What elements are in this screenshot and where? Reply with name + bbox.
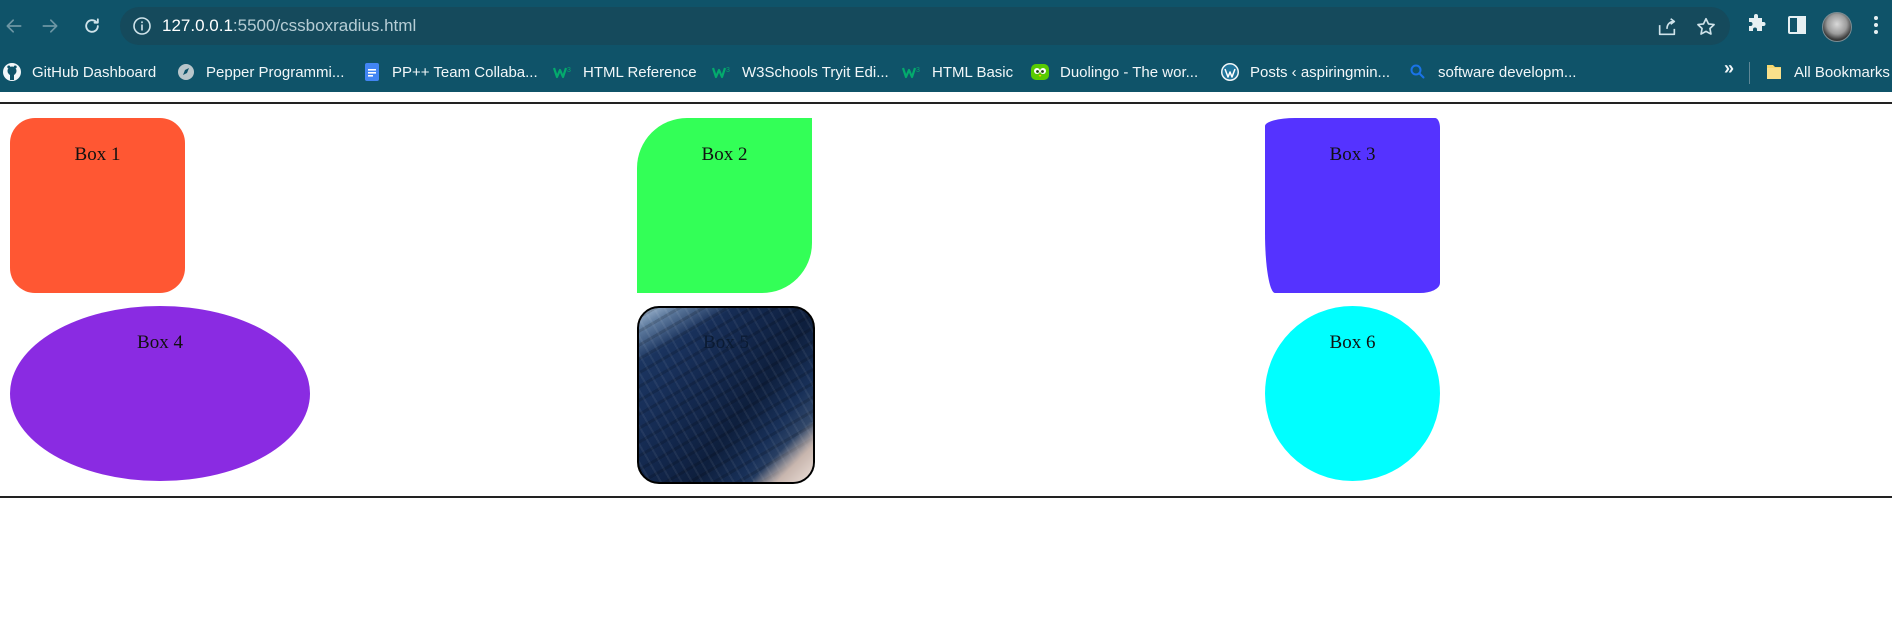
box-label: Box 5 xyxy=(703,332,749,353)
bookmark-label: W3Schools Tryit Edi... xyxy=(742,63,889,81)
box-label: Box 3 xyxy=(1329,144,1376,165)
kebab-menu-icon[interactable] xyxy=(1864,13,1888,37)
side-panel-icon[interactable] xyxy=(1785,13,1809,37)
box-label: Box 4 xyxy=(137,332,183,353)
bookmark-label: Pepper Programmi... xyxy=(206,63,345,81)
share-icon[interactable] xyxy=(1656,16,1678,38)
docs-icon xyxy=(362,62,382,82)
w3schools-icon: 3 xyxy=(902,62,922,82)
arrow-right-icon xyxy=(42,19,58,33)
svg-text:3: 3 xyxy=(567,67,571,74)
puzzle-icon[interactable] xyxy=(1745,13,1769,37)
box-4: Box 4 xyxy=(10,306,310,481)
reload-button[interactable] xyxy=(78,12,106,40)
box-5-image: Box 5 xyxy=(637,306,815,484)
bookmark-label: Duolingo - The wor... xyxy=(1060,63,1199,81)
bookmark-label: HTML Basic xyxy=(932,63,1014,81)
bookmark-duolingo[interactable]: Duolingo - The wor... xyxy=(1030,60,1198,84)
bookmarks-bar: GitHub Dashboard Pepper Programmi... PP+… xyxy=(0,52,1892,92)
top-rule xyxy=(0,102,1892,104)
search-icon xyxy=(1408,62,1428,82)
star-icon[interactable] xyxy=(1695,16,1717,38)
browser-toolbar: 127.0.0.1:5500/cssboxradius.html xyxy=(0,0,1892,52)
bookmark-label: HTML Reference xyxy=(583,63,697,81)
box-label: Box 6 xyxy=(1329,332,1376,353)
svg-text:3: 3 xyxy=(726,67,730,74)
box-3: Box 3 xyxy=(1265,118,1440,293)
bottom-rule xyxy=(0,496,1892,498)
bookmark-html-reference[interactable]: 3 HTML Reference xyxy=(553,60,697,84)
forward-button[interactable] xyxy=(36,12,64,40)
url-text[interactable]: 127.0.0.1:5500/cssboxradius.html xyxy=(162,16,416,36)
profile-avatar[interactable] xyxy=(1822,12,1852,42)
bookmark-label: PP++ Team Collaba... xyxy=(392,63,538,81)
box-1: Box 1 xyxy=(10,118,185,293)
compass-icon xyxy=(176,62,196,82)
bookmark-pepper[interactable]: Pepper Programmi... xyxy=(176,60,344,84)
back-button[interactable] xyxy=(0,12,28,40)
url-host: 127.0.0.1 xyxy=(162,16,233,35)
w3schools-icon: 3 xyxy=(712,62,732,82)
bookmark-wordpress[interactable]: Posts ‹ aspiringmin... xyxy=(1220,60,1390,84)
box-label: Box 2 xyxy=(701,144,748,165)
svg-text:3: 3 xyxy=(916,67,920,74)
bookmark-github[interactable]: GitHub Dashboard xyxy=(2,60,156,84)
reload-icon xyxy=(85,18,99,33)
box-label: Box 1 xyxy=(74,144,121,165)
bookmark-pp-team[interactable]: PP++ Team Collaba... xyxy=(362,60,538,84)
arrow-left-icon xyxy=(6,19,22,33)
bookmarks-overflow-button[interactable]: » xyxy=(1724,58,1734,79)
bookmark-w3schools-tryit[interactable]: 3 W3Schools Tryit Edi... xyxy=(712,60,889,84)
box-6: Box 6 xyxy=(1265,306,1440,481)
bookmark-label: software developm... xyxy=(1438,63,1577,81)
folder-icon xyxy=(1764,62,1784,82)
bookmark-label: GitHub Dashboard xyxy=(32,63,157,81)
address-bar[interactable]: 127.0.0.1:5500/cssboxradius.html xyxy=(120,7,1730,45)
bookmark-html-basic[interactable]: 3 HTML Basic xyxy=(902,60,1013,84)
bookmark-software-dev[interactable]: software developm... xyxy=(1408,60,1576,84)
box-2: Box 2 xyxy=(637,118,812,293)
url-path: :5500/cssboxradius.html xyxy=(232,16,417,35)
w3schools-icon: 3 xyxy=(553,62,573,82)
info-icon[interactable] xyxy=(132,16,152,36)
bookmark-label: All Bookmarks xyxy=(1794,63,1890,81)
github-icon xyxy=(2,62,22,82)
bookmarks-divider xyxy=(1749,62,1750,84)
duolingo-icon xyxy=(1030,62,1050,82)
bookmark-label: Posts ‹ aspiringmin... xyxy=(1250,63,1391,81)
all-bookmarks-button[interactable]: All Bookmarks xyxy=(1764,60,1890,84)
wordpress-icon xyxy=(1220,62,1240,82)
